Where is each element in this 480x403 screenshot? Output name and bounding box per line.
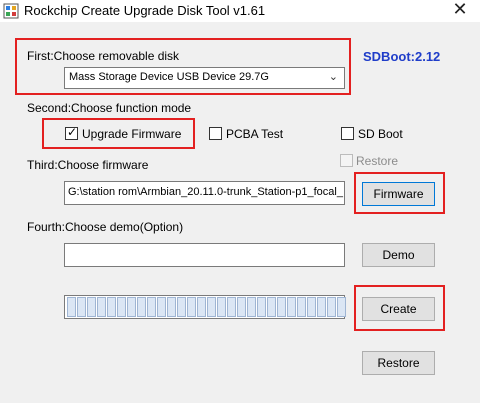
progress-segment: [237, 297, 246, 317]
fourth-section-label: Fourth:Choose demo(Option): [27, 220, 184, 234]
progress-segment: [157, 297, 166, 317]
sdboot-version: SDBoot:2.12: [363, 49, 441, 64]
first-section-label: First:Choose removable disk: [27, 49, 180, 63]
progress-segment: [217, 297, 226, 317]
pcba-test-label[interactable]: PCBA Test: [226, 127, 283, 141]
disk-select[interactable]: Mass Storage Device USB Device 29.7G ⌄: [64, 67, 345, 89]
progress-segment: [127, 297, 136, 317]
progress-segment: [77, 297, 86, 317]
progress-bar: [64, 295, 346, 319]
progress-segment: [87, 297, 96, 317]
third-section-label: Third:Choose firmware: [27, 158, 149, 172]
upgrade-firmware-checkbox[interactable]: ✓: [65, 125, 78, 140]
disk-select-value: Mass Storage Device USB Device 29.7G: [69, 71, 269, 83]
demo-button[interactable]: Demo: [362, 243, 435, 267]
close-icon[interactable]: ✕: [450, 0, 470, 22]
progress-segment: [327, 297, 336, 317]
progress-segment: [197, 297, 206, 317]
restore-checkbox: [340, 154, 353, 167]
progress-segment: [67, 297, 76, 317]
progress-segment: [97, 297, 106, 317]
firmware-path-value: G:\station rom\Armbian_20.11.0-trunk_Sta…: [68, 186, 343, 198]
progress-segment: [167, 297, 176, 317]
demo-path-field[interactable]: [64, 243, 345, 267]
progress-segment: [297, 297, 306, 317]
chevron-down-icon[interactable]: ⌄: [329, 70, 338, 83]
window-title: Rockchip Create Upgrade Disk Tool v1.61: [24, 3, 266, 18]
progress-segment: [317, 297, 326, 317]
second-section-label: Second:Choose function mode: [27, 101, 192, 115]
pcba-test-checkbox[interactable]: [209, 127, 222, 140]
title-bar: Rockchip Create Upgrade Disk Tool v1.61 …: [0, 0, 480, 22]
progress-segment: [207, 297, 216, 317]
progress-segment: [337, 297, 346, 317]
progress-segment: [187, 297, 196, 317]
checkmark-icon: ✓: [67, 125, 78, 139]
restore-button[interactable]: Restore: [362, 351, 435, 375]
progress-segment: [107, 297, 116, 317]
upgrade-firmware-label[interactable]: Upgrade Firmware: [82, 127, 181, 141]
rockchip-app-icon: [3, 3, 19, 19]
progress-segment: [177, 297, 186, 317]
progress-segment: [117, 297, 126, 317]
create-button[interactable]: Create: [362, 297, 435, 321]
main-panel: First:Choose removable disk Mass Storage…: [0, 22, 480, 403]
progress-segment: [277, 297, 286, 317]
progress-segment: [247, 297, 256, 317]
progress-segment: [227, 297, 236, 317]
sd-boot-label[interactable]: SD Boot: [358, 127, 403, 141]
progress-segment: [257, 297, 266, 317]
progress-segment: [147, 297, 156, 317]
firmware-button[interactable]: Firmware: [362, 182, 435, 206]
progress-segment: [307, 297, 316, 317]
restore-checkbox-label: Restore: [356, 154, 399, 168]
firmware-path-field[interactable]: G:\station rom\Armbian_20.11.0-trunk_Sta…: [64, 181, 345, 205]
progress-segment: [137, 297, 146, 317]
progress-segment: [267, 297, 276, 317]
progress-segment: [287, 297, 296, 317]
sd-boot-checkbox[interactable]: [341, 127, 354, 140]
